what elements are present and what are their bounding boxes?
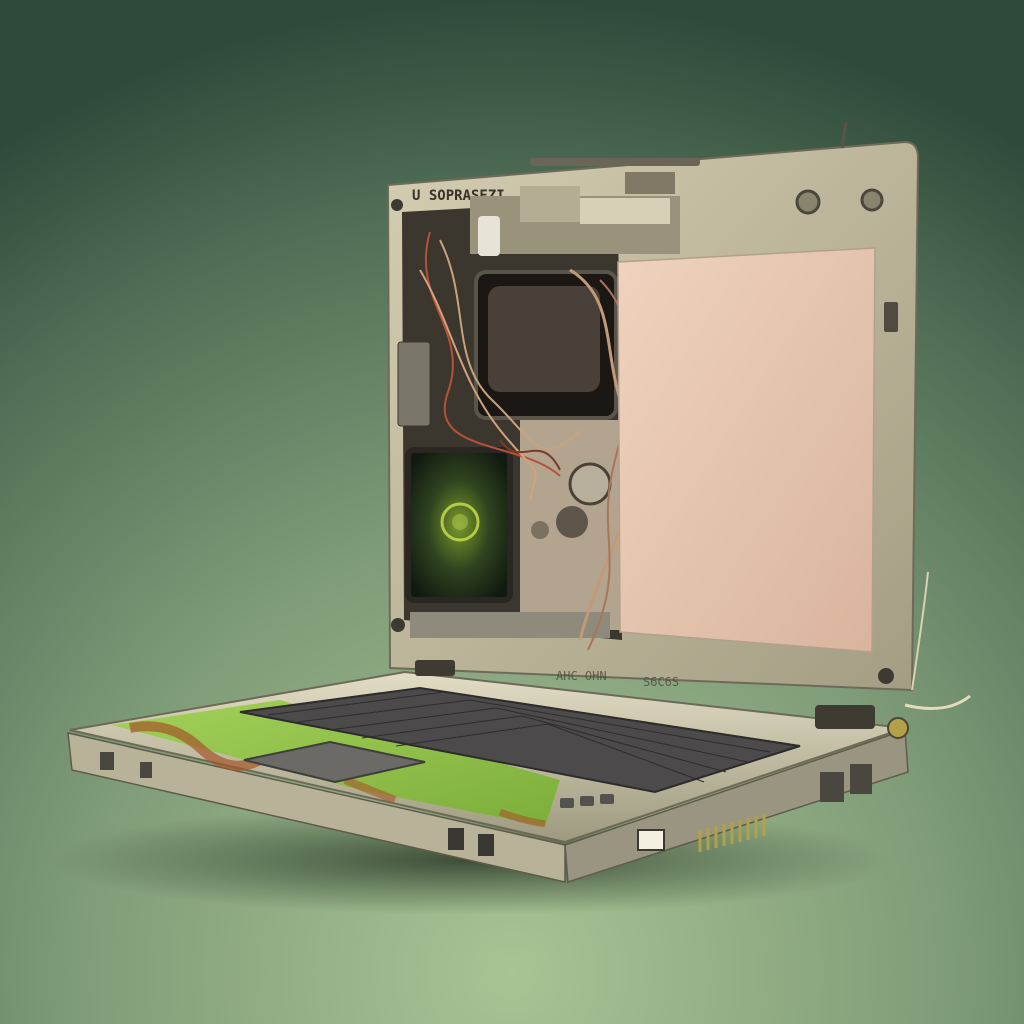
port-icon — [100, 752, 114, 770]
screw-icon — [795, 189, 821, 215]
small-button — [600, 794, 614, 804]
gauge-icon — [568, 462, 612, 506]
port-icon — [478, 834, 494, 856]
laptop-lid: U SOPRASEZI AHC OHN S6C6S — [386, 121, 920, 692]
hinge-marking-left: AHC OHN — [556, 669, 607, 683]
gauge-icon — [531, 521, 549, 539]
small-button — [580, 796, 594, 806]
screw-icon — [860, 188, 884, 212]
port-icon — [820, 772, 844, 802]
small-button — [560, 798, 574, 808]
gauge-icon — [556, 506, 588, 538]
port-icon — [850, 764, 872, 794]
screw-icon — [878, 668, 894, 684]
blank-screen-panel — [618, 248, 875, 652]
port-icon — [637, 829, 665, 851]
hinge-marking-right: S6C6S — [643, 675, 679, 689]
port-icon — [140, 762, 152, 778]
port-icon — [448, 828, 464, 850]
screw-icon — [391, 618, 405, 632]
screw-icon — [391, 199, 403, 211]
laptop-scene: U SOPRASEZI AHC OHN S6C6S — [0, 0, 1024, 1024]
